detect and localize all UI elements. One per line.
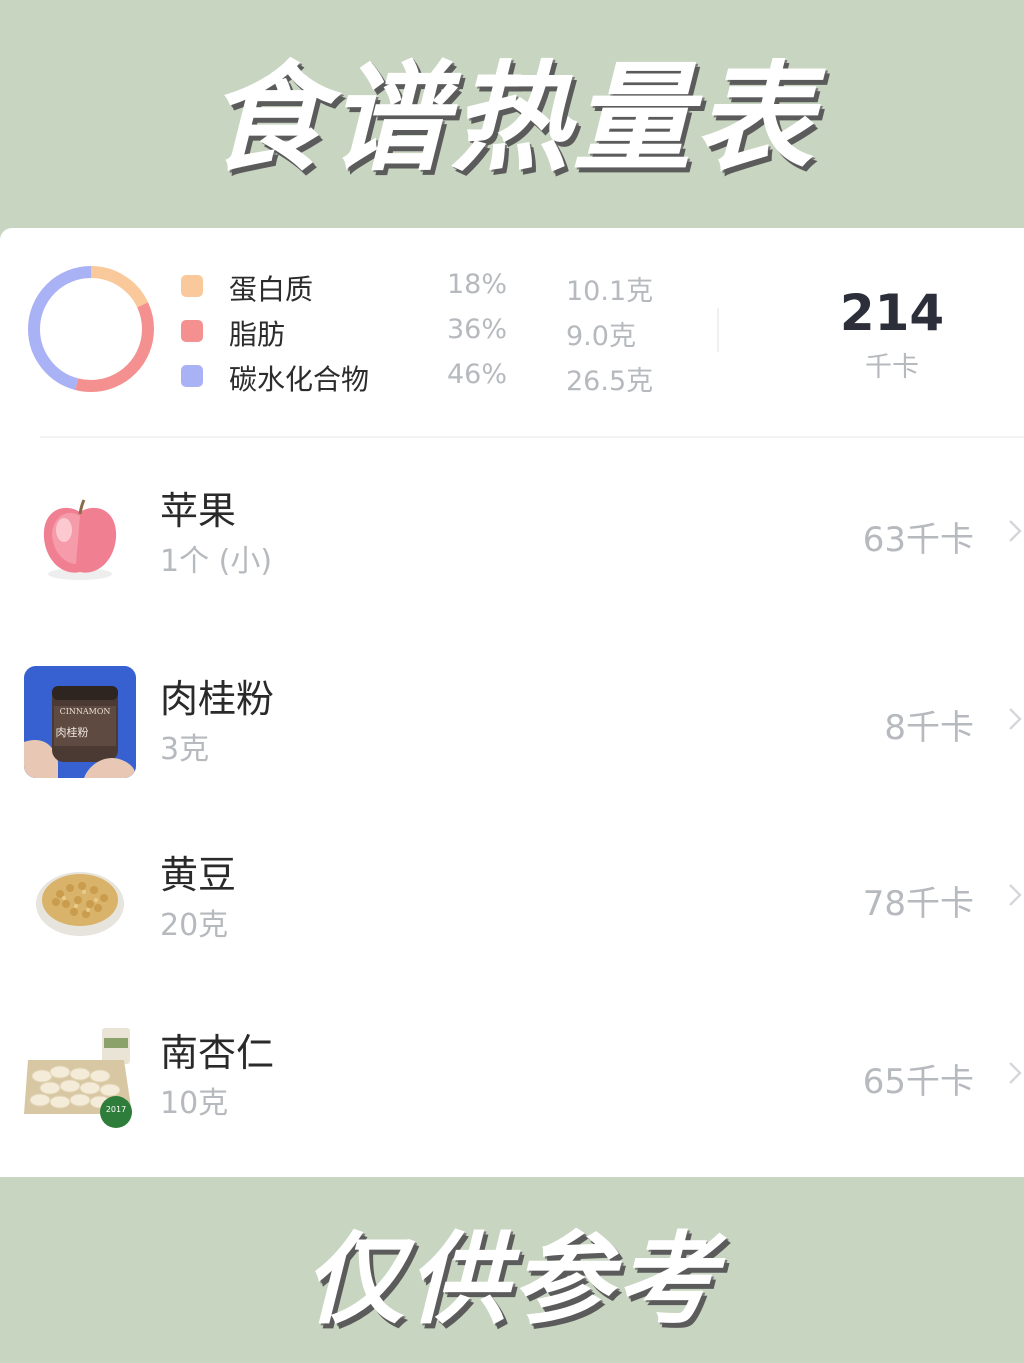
macro-grams: 10.1克	[566, 276, 654, 307]
food-item-apple[interactable]: 苹果 1个 (小) 63千卡	[0, 472, 1024, 622]
total-calories-unit: 千卡	[865, 352, 919, 383]
macro-percent: 46%	[447, 359, 508, 390]
fat-color-swatch	[181, 320, 203, 342]
summary-divider	[40, 436, 1024, 438]
macro-name: 脂肪	[229, 318, 286, 351]
macro-grams: 9.0克	[566, 321, 636, 352]
summary-divider-vertical	[717, 308, 719, 352]
food-calories: 78千卡	[862, 884, 974, 924]
chevron-right-icon	[1009, 708, 1022, 730]
food-calories: 65千卡	[862, 1062, 974, 1102]
macro-name: 蛋白质	[229, 273, 314, 306]
badge-year: 2017	[106, 1105, 126, 1114]
apple-icon	[24, 478, 136, 590]
almond-tray-icon: 2017	[24, 1020, 136, 1132]
macro-percent: 36%	[447, 314, 508, 345]
cinnamon-jar-icon: CINNAMON 肉桂粉	[24, 666, 136, 778]
disclaimer-text: 仅供参考	[304, 1220, 720, 1338]
macro-name: 碳水化合物	[229, 363, 370, 396]
food-portion: 10克	[160, 1086, 229, 1121]
total-calories-value: 214	[839, 284, 945, 342]
title-banner: 食谱热量表	[0, 0, 1024, 228]
jar-label-chinese: 肉桂粉	[56, 725, 89, 739]
food-item-almond[interactable]: 2017 南杏仁 10克 65千卡	[0, 1014, 1024, 1164]
food-calories: 63千卡	[862, 520, 974, 560]
macro-grams: 26.5克	[566, 366, 654, 397]
food-name: 苹果	[160, 489, 237, 533]
food-portion: 20克	[160, 908, 229, 943]
page-title: 食谱热量表	[206, 48, 817, 187]
recipe-panel: 蛋白质 18% 10.1克 脂肪 36% 9.0克 碳水化合物 46% 26.5…	[0, 228, 1024, 1177]
food-item-soybean[interactable]: 黄豆 20克 78千卡	[0, 836, 1024, 986]
disclaimer-banner: 仅供参考	[0, 1177, 1024, 1363]
chevron-right-icon	[1009, 1062, 1022, 1084]
jar-label: CINNAMON	[60, 707, 111, 716]
macro-row-carbs: 碳水化合物 46% 26.5克	[0, 354, 700, 398]
soybean-bowl-icon	[24, 842, 136, 954]
food-item-cinnamon[interactable]: CINNAMON 肉桂粉 肉桂粉 3克 8千卡	[0, 660, 1024, 810]
carbs-color-swatch	[181, 365, 203, 387]
food-portion: 3克	[160, 732, 210, 767]
food-name: 南杏仁	[160, 1031, 275, 1075]
macro-row-protein: 蛋白质 18% 10.1克	[0, 264, 700, 308]
nutrition-summary: 蛋白质 18% 10.1克 脂肪 36% 9.0克 碳水化合物 46% 26.5…	[0, 228, 1024, 438]
protein-color-swatch	[181, 275, 203, 297]
food-name: 黄豆	[160, 853, 237, 897]
chevron-right-icon	[1009, 884, 1022, 906]
food-calories: 8千卡	[884, 708, 974, 748]
macro-row-fat: 脂肪 36% 9.0克	[0, 309, 700, 353]
food-name: 肉桂粉	[160, 677, 275, 721]
chevron-right-icon	[1009, 520, 1022, 542]
macro-percent: 18%	[447, 269, 508, 300]
food-portion: 1个 (小)	[160, 544, 273, 579]
